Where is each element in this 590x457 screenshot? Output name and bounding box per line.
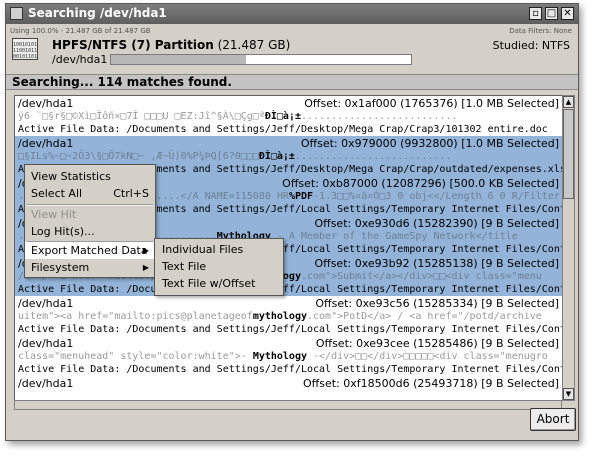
window-menu-icon[interactable] <box>10 7 23 20</box>
submenu-arrow-icon: ▶ <box>142 263 149 272</box>
partition-label: HPFS/NTFS (7) Partition (21.487 GB) <box>52 38 290 52</box>
title-bar[interactable]: Searching /dev/hda1 ▫ □ ✕ <box>6 4 578 24</box>
result-preview: ÿ6 ¨□§r§□©Xì□Îôñ×□7Î □□□U □EZ:Jî^§À\□Çg□… <box>18 111 458 122</box>
result-size: [9 B Selected] <box>481 337 559 350</box>
submenu-item-label: Individual Files <box>162 243 244 256</box>
result-active-file: Active File Data: /Documents and Setting… <box>18 124 548 135</box>
match-highlight: mythology <box>252 311 307 322</box>
result-device: /dev/hda1 <box>18 377 74 390</box>
result-header: /dev/hda1 Offset: 0xf18500d6 (25493718) [… <box>15 377 562 390</box>
result-size: [9 B Selected] <box>481 297 559 310</box>
menu-item-label: View Statistics <box>31 170 111 183</box>
scroll-down-button[interactable]: ▼ <box>563 388 574 400</box>
result-active-file: Active File Data: /Documents and Setting… <box>18 324 562 335</box>
result-entry[interactable]: /dev/hda1 Offset: 0x1af000 (1765376) [1.0… <box>15 96 562 136</box>
result-device: /dev/hda1 <box>18 97 74 110</box>
submenu-text-file-offset[interactable]: Text File w/Offset <box>155 275 283 292</box>
result-offset: Offset: 0xe930d6 (15282390) [9 B Selecte… <box>314 217 559 230</box>
result-preview: class="menuhead" style="color:white">- M… <box>18 351 548 362</box>
result-device: /dev/hda1 <box>18 297 74 310</box>
result-entry[interactable]: /dev/hda1 Offset: 0xf18500d6 (25493718) [… <box>15 376 562 400</box>
match-highlight: %PDF <box>288 191 314 202</box>
menu-item-label: View Hit <box>31 208 77 221</box>
result-size: [9 B Selected] <box>481 377 559 390</box>
submenu-item-label: Text File <box>162 260 207 273</box>
minimize-button[interactable]: ▫ <box>529 7 542 20</box>
result-entry[interactable]: /dev/hda1 Offset: 0xe93c56 (15285334) [9 … <box>15 296 562 336</box>
result-offset: Offset: 0x979000 (9932800) [1.0 MB Selec… <box>300 137 559 150</box>
device-name: /dev/hda1 <box>52 53 108 66</box>
menu-log-hits[interactable]: Log Hit(s)... <box>25 223 155 240</box>
result-device: /dev/hda1 <box>18 137 74 150</box>
context-menu: View Statistics Select All Ctrl+S View Hi… <box>24 164 156 278</box>
result-offset: Offset: 0xf18500d6 (25493718) [9 B Selec… <box>303 377 559 390</box>
menu-select-all[interactable]: Select All Ctrl+S <box>25 185 155 202</box>
submenu-text-file[interactable]: Text File <box>155 258 283 275</box>
maximize-button[interactable]: □ <box>545 7 558 20</box>
search-progress-bar <box>110 54 412 65</box>
export-submenu: Individual Files Text File Text File w/O… <box>154 238 284 296</box>
vertical-scrollbar[interactable]: ▲ ▼ <box>562 95 575 401</box>
result-header: /dev/hda1 Offset: 0x979000 (9932800) [1.0… <box>15 137 562 150</box>
match-highlight: ĐÌ□à¡± <box>258 151 295 162</box>
result-active-file: Active File Data: /Documents and Setting… <box>18 364 562 375</box>
result-offset: Offset: 0x1af000 (1765376) [1.0 MB Selec… <box>304 97 559 110</box>
result-header: /dev/hda1 Offset: 0x1af000 (1765376) [1.0… <box>15 97 562 110</box>
menu-item-label: Export Matched Data <box>31 244 148 257</box>
result-size: [9 B Selected] <box>481 217 559 230</box>
close-button[interactable]: ✕ <box>561 7 574 20</box>
menu-item-label: Log Hit(s)... <box>31 225 95 238</box>
submenu-individual-files[interactable]: Individual Files <box>155 241 283 258</box>
submenu-item-label: Text File w/Offset <box>162 277 256 290</box>
menu-view-hit: View Hit <box>25 206 155 223</box>
data-filters-text: Data Filters: None <box>509 27 572 35</box>
result-offset: Offset: 0xe93b92 (15285138) [9 B Selecte… <box>314 257 559 270</box>
disk-icon: 10010101 11001011 00101101 <box>12 38 38 60</box>
result-size: [1.0 MB Selected] <box>461 97 559 110</box>
result-size: [9 B Selected] <box>481 257 559 270</box>
result-size: [1.0 MB Selected] <box>461 137 559 150</box>
result-offset: Offset: 0xe93c56 (15285334) [9 B Selecte… <box>315 297 559 310</box>
select-all-shortcut: Ctrl+S <box>113 187 149 200</box>
usage-text: Using 100.0% - 21.487 GB of 21.487 GB <box>10 27 151 35</box>
menu-item-label: Filesystem <box>31 261 90 274</box>
match-highlight: ĐÌ□à¡± <box>264 111 301 122</box>
scroll-thumb[interactable] <box>563 109 574 199</box>
result-size: [500.0 KB Selected] <box>449 177 559 190</box>
abort-button[interactable]: Abort <box>530 408 576 431</box>
result-offset: Offset: 0xe93cee (15285486) [9 B Selecte… <box>315 337 559 350</box>
result-preview: uitem"><a href="mailto:pics@planetageofm… <box>18 311 542 322</box>
horizontal-scrollbar[interactable] <box>14 400 562 410</box>
result-preview: □§ILs%~□~2Ô3\§□Õ7kN□~ ,Æ~Û)0%P¼ÞQ[6?0□□□… <box>18 151 452 162</box>
result-entry[interactable]: /dev/hda1 Offset: 0xe93cee (15285486) [9 … <box>15 336 562 376</box>
studied-label: Studied: NTFS <box>492 39 570 52</box>
submenu-arrow-icon: ▶ <box>142 246 149 255</box>
menu-filesystem[interactable]: Filesystem ▶ <box>25 259 155 276</box>
window-title: Searching /dev/hda1 <box>28 6 167 20</box>
menu-export-matched-data[interactable]: Export Matched Data ▶ <box>25 242 155 259</box>
result-header: /dev/hda1 Offset: 0xe93c56 (15285334) [9 … <box>15 297 562 310</box>
scroll-up-button[interactable]: ▲ <box>563 96 574 108</box>
result-offset: Offset: 0xb87000 (12087296) [500.0 KB Se… <box>282 177 559 190</box>
partition-size: (21.487 GB) <box>217 38 291 52</box>
partition-name: HPFS/NTFS (7) Partition <box>52 38 214 52</box>
menu-item-label: Select All <box>31 187 83 200</box>
result-active-file: Active File Data: /Documents and Setting… <box>18 284 562 295</box>
menu-view-statistics[interactable]: View Statistics <box>25 168 155 185</box>
search-window: Searching /dev/hda1 ▫ □ ✕ Using 100.0% -… <box>5 3 579 441</box>
partition-info: Using 100.0% - 21.487 GB of 21.487 GB Da… <box>6 24 578 74</box>
result-device: /dev/hda1 <box>18 337 74 350</box>
result-header: /dev/hda1 Offset: 0xe93cee (15285486) [9 … <box>15 337 562 350</box>
match-highlight: Mythology <box>252 351 307 362</box>
progress-fill <box>111 55 246 64</box>
status-bar: Searching... 114 matches found. <box>6 74 578 90</box>
